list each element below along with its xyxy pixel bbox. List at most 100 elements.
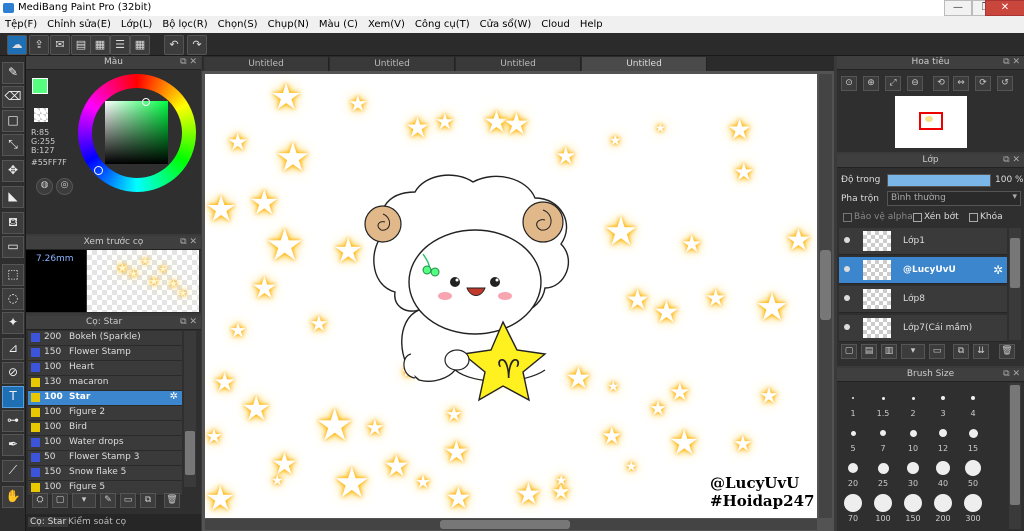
document-icon[interactable]: ▦ [90,35,110,55]
brush-list-item[interactable]: 200 Bokeh (Sparkle) [28,331,182,346]
layer-list-scroll-thumb[interactable] [1010,238,1020,288]
rectangle-tool-icon[interactable]: □ [2,110,24,132]
panel-dock-icon[interactable]: ⧉ ✕ [1003,56,1020,69]
eraser-tool-icon[interactable]: ⌫ [2,86,24,108]
tab-document-4[interactable]: Untitled [582,57,707,71]
brush-size-option[interactable]: 2 [899,384,927,418]
brush-size-option[interactable]: 1 [839,384,867,418]
brush-list-item[interactable]: 100 Heart [28,361,182,376]
menu-help[interactable]: Help [575,19,608,30]
menu-filter[interactable]: Bộ lọc(R) [157,19,212,30]
menu-view[interactable]: Xem(V) [363,19,410,30]
brush-size-option[interactable]: 40 [929,454,957,488]
clipping-checkbox[interactable] [913,213,922,222]
brush-list-item[interactable]: 150 Snow flake 5 [28,466,182,481]
menu-cloud[interactable]: Cloud [536,19,575,30]
operation-tool-icon[interactable]: ⊶ [2,410,24,432]
move-tool-icon[interactable]: ✥ [2,160,24,182]
panel-dock-icon[interactable]: ⧉ ✕ [180,316,197,329]
select-pen-tool-icon[interactable]: ⊿ [2,338,24,360]
cloud-icon[interactable]: ☁ [7,35,27,55]
foreground-color-swatch[interactable] [32,78,48,94]
brush-list-item[interactable]: 130 macaron [28,376,182,391]
lasso-tool-icon[interactable]: ◌ [2,288,24,310]
hue-wheel[interactable] [78,74,196,192]
brush-size-option[interactable]: 7 [869,419,897,453]
tab-brush[interactable]: Cọ: Star [28,517,69,527]
menu-tools[interactable]: Công cụ(T) [410,19,475,30]
brush-size-option[interactable]: 3 [929,384,957,418]
dropper-tool-icon[interactable]: ✒ [2,434,24,456]
layer-row[interactable]: @LucyUvU ✲ [839,257,1007,284]
navigator-thumbnail[interactable] [895,96,967,148]
layer-folder-icon[interactable]: ▭ [929,344,945,359]
opacity-slider[interactable] [887,174,991,187]
brush-list-item[interactable]: 100 Bird [28,421,182,436]
panel-dock-icon[interactable]: ⧉ ✕ [180,236,197,249]
visibility-eye-icon[interactable] [844,237,850,243]
divide-tool-icon[interactable]: ⟋ [2,460,24,482]
zoom-reset-icon[interactable]: ⊙ [841,76,857,91]
layer-row[interactable]: Lớp8 [839,286,1007,313]
duplicate-icon[interactable]: ⧉ [140,493,156,508]
brush-size-option[interactable]: 70 [839,489,867,523]
brush-menu-icon[interactable]: ▾ [72,493,96,508]
flip-icon[interactable]: ⇔ [953,76,969,91]
minimize-button[interactable]: — [944,0,972,16]
close-button[interactable]: ✕ [985,0,1024,16]
panel-dock-icon[interactable]: ⧉ ✕ [180,56,197,69]
brush-size-option[interactable]: 30 [899,454,927,488]
new-halftone-layer-icon[interactable]: ▤ [861,344,877,359]
brush-list-item[interactable]: 100 Star ✲ [28,391,182,406]
tab-document-3[interactable]: Untitled [456,57,581,71]
layer-menu-icon[interactable]: ▾ [901,344,925,359]
saturation-square[interactable] [105,101,168,164]
palette-icon[interactable]: ◍ [36,178,53,195]
canvas-horizontal-scroll-thumb[interactable] [440,520,570,529]
trash-icon[interactable]: 🗑 [164,493,180,508]
brush-size-option[interactable]: 4 [959,384,987,418]
saturation-picker-handle[interactable] [142,98,150,106]
panel-dock-icon[interactable]: ⧉ ✕ [1003,154,1020,167]
text-tool-icon[interactable]: T [2,386,24,408]
layer-list-scrollbar[interactable] [1009,228,1021,340]
tab-brush-control[interactable]: Kiểm soát cọ [68,517,126,527]
menu-edit[interactable]: Chỉnh sửa(E) [42,19,116,30]
visibility-eye-icon[interactable] [844,324,850,330]
layer-row[interactable]: Lớp7(Cái mầm) [839,315,1007,342]
fill-tool-icon[interactable]: ◣ [2,186,24,208]
lock-checkbox[interactable] [969,213,978,222]
brush-list-item[interactable]: 100 Water drops [28,436,182,451]
brush-size-option[interactable]: 150 [899,489,927,523]
brush-list-item[interactable]: 150 Flower Stamp [28,346,182,361]
reset-view-icon[interactable]: ↺ [997,76,1013,91]
menu-snapshot[interactable]: Chụp(N) [263,19,314,30]
new-layer-icon[interactable]: ▢ [841,344,857,359]
duplicate-layer-icon[interactable]: ⧉ [953,344,969,359]
undo-icon[interactable]: ↶ [164,35,184,55]
gradient-tool-icon[interactable]: ▭ [2,236,24,258]
new-file-icon[interactable]: ▤ [71,35,91,55]
brush-size-option[interactable]: 20 [839,454,867,488]
brush-size-option[interactable]: 300 [959,489,987,523]
brush-size-scroll-thumb[interactable] [1010,385,1020,505]
brush-list-item[interactable]: 100 Figure 2 [28,406,182,421]
brush-list-scroll-thumb[interactable] [185,431,195,475]
menu-color[interactable]: Màu (C) [314,19,363,30]
redo-icon[interactable]: ↷ [187,35,207,55]
brush-edit-icon[interactable]: ✎ [100,493,116,508]
brush-size-option[interactable]: 25 [869,454,897,488]
transparent-color-swatch[interactable] [34,108,48,122]
brush-size-option[interactable]: 1.5 [869,384,897,418]
layer-row[interactable]: Lớp1 [839,228,1007,255]
magic-wand-tool-icon[interactable]: ✦ [2,312,24,334]
grid-icon[interactable]: ▦ [130,35,150,55]
menu-layer[interactable]: Lớp(L) [116,19,157,30]
canvas-vertical-scroll-thumb[interactable] [820,250,831,320]
hand-tool-icon[interactable]: ✋ [2,486,24,508]
brush-size-option[interactable]: 15 [959,419,987,453]
zoom-fit-icon[interactable]: ⤢ [885,76,901,91]
brush-size-option[interactable]: 100 [869,489,897,523]
layer-settings-icon[interactable]: ✲ [993,263,1003,277]
list-icon[interactable]: ☰ [110,35,130,55]
